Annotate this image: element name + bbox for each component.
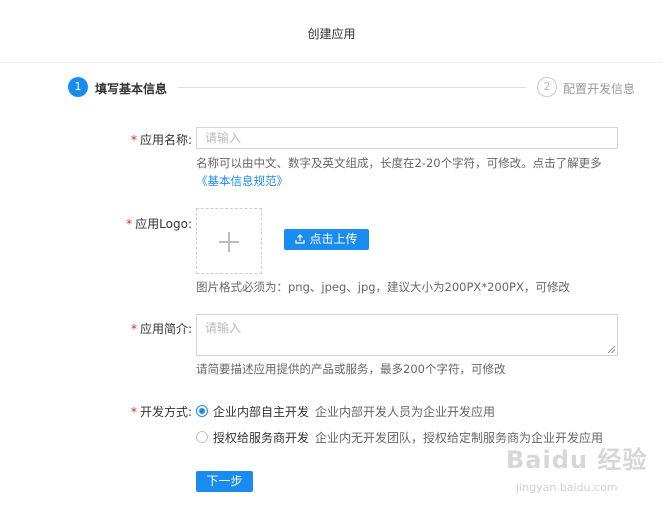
logo-hint: 图片格式必须为：png、jpeg、jpg，建议大小为200PX*200PX，可修… (196, 280, 570, 294)
option-vendor-title: 授权给服务商开发 (213, 431, 310, 445)
resize-handle[interactable] (608, 346, 615, 353)
step-1-label: 填写基本信息 (95, 82, 168, 96)
step-2-label: 配置开发信息 (563, 82, 636, 96)
step-1-number: 1 (68, 77, 88, 97)
option-internal-desc: 企业内部开发人员为企业开发应用 (315, 405, 496, 419)
step-divider (178, 87, 526, 88)
upload-icon (295, 234, 306, 244)
watermark-logo: Baidu 经验 (506, 446, 648, 474)
page-header: 创建应用 (0, 0, 663, 63)
app-name-hint: 名称可以由中文、数字及英文组成，长度在2-20个字符，可修改。点击了解更多 (196, 156, 602, 170)
app-logo-label: * 应用Logo: (126, 217, 192, 231)
app-name-label: * 应用名称: (130, 133, 192, 147)
next-step-button[interactable]: 下一步 (196, 471, 253, 492)
required-mark: * (130, 322, 137, 336)
step-2-number: 2 (537, 77, 557, 97)
radio-vendor[interactable] (196, 431, 208, 443)
app-intro-label: * 应用简介: (130, 322, 192, 336)
option-internal-title: 企业内部自主开发 (213, 405, 310, 419)
radio-internal[interactable] (196, 405, 208, 417)
required-mark: * (126, 217, 133, 231)
logo-upload-area[interactable] (196, 208, 262, 274)
step-indicator: 1 填写基本信息 2 配置开发信息 (0, 76, 663, 100)
watermark: Baidu 经验 jingyan.baidu.com (506, 440, 656, 500)
dev-mode-label: * 开发方式: (130, 405, 192, 419)
page-title: 创建应用 (307, 27, 356, 41)
upload-button[interactable]: 点击上传 (284, 229, 369, 250)
app-name-input[interactable]: 请输入 (196, 127, 618, 149)
required-mark: * (130, 405, 137, 419)
required-mark: * (130, 133, 137, 147)
basic-info-rules-link[interactable]: 《基本信息规范》 (196, 173, 288, 189)
watermark-url: jingyan.baidu.com (516, 481, 618, 494)
app-intro-hint: 请简要描述应用提供的产品或服务，最多200个字符，可修改 (196, 362, 506, 376)
app-intro-textarea[interactable]: 请输入 (196, 314, 618, 356)
